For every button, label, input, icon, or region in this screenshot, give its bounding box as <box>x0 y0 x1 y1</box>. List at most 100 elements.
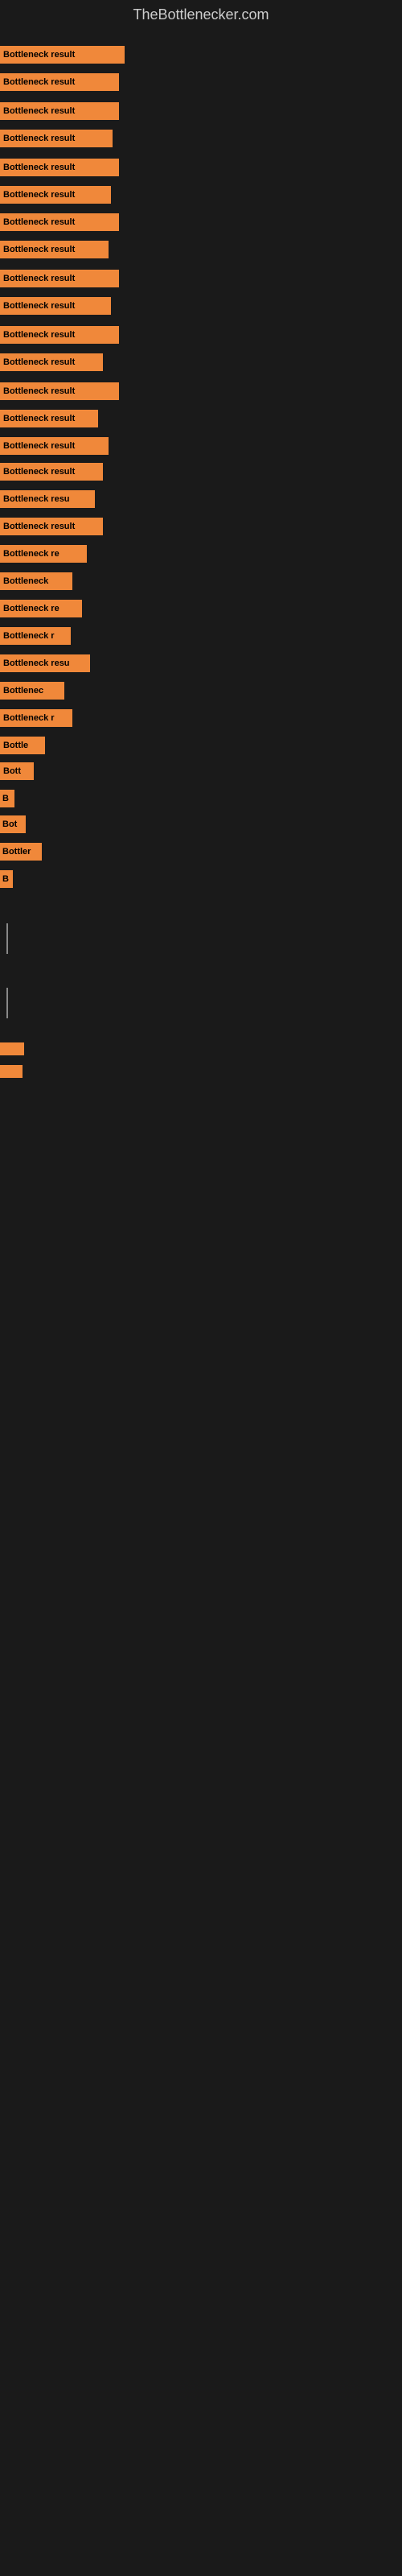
bar-23: Bottleneck resu <box>0 654 90 672</box>
bar-label-29: Bot <box>2 819 17 829</box>
bar-row-26: Bottle <box>0 735 45 756</box>
bar-3: Bottleneck result <box>0 102 119 120</box>
bar-row-15: Bottleneck result <box>0 436 109 456</box>
bar-label-30: Bottler <box>2 847 31 857</box>
bar-row-2: Bottleneck result <box>0 72 119 93</box>
bar-label-12: Bottleneck result <box>3 357 75 367</box>
bar-row-28: B <box>0 788 14 809</box>
bar-row-7: Bottleneck result <box>0 212 119 233</box>
bar-29: Bot <box>0 815 26 833</box>
bar-30: Bottler <box>0 843 42 861</box>
bar-21: Bottleneck re <box>0 600 82 617</box>
bar-row-22: Bottleneck r <box>0 625 71 646</box>
bar-15: Bottleneck result <box>0 437 109 455</box>
bar-16: Bottleneck result <box>0 463 103 481</box>
bar-label-16: Bottleneck result <box>3 467 75 477</box>
bar-10: Bottleneck result <box>0 297 111 315</box>
bar-row-5: Bottleneck result <box>0 157 119 178</box>
bar-row-13: Bottleneck result <box>0 381 119 402</box>
bar-label-13: Bottleneck result <box>3 386 75 396</box>
bar-11: Bottleneck result <box>0 326 119 344</box>
bar-label-2: Bottleneck result <box>3 77 75 87</box>
bar-label-1: Bottleneck result <box>3 50 75 60</box>
bar-14: Bottleneck result <box>0 410 98 427</box>
small-bar-row-2 <box>0 1063 23 1080</box>
cursor-line-1 <box>6 923 8 954</box>
bar-label-19: Bottleneck re <box>3 549 59 559</box>
bar-9: Bottleneck result <box>0 270 119 287</box>
site-title: TheBottlenecker.com <box>0 0 402 30</box>
bar-1: Bottleneck result <box>0 46 125 64</box>
bar-label-9: Bottleneck result <box>3 274 75 283</box>
bar-row-19: Bottleneck re <box>0 543 87 564</box>
bar-20: Bottleneck <box>0 572 72 590</box>
bar-28: B <box>0 790 14 807</box>
bar-label-21: Bottleneck re <box>3 604 59 613</box>
bar-label-20: Bottleneck <box>3 576 48 586</box>
bar-row-20: Bottleneck <box>0 571 72 592</box>
bar-8: Bottleneck result <box>0 241 109 258</box>
bar-27: Bott <box>0 762 34 780</box>
bar-row-21: Bottleneck re <box>0 598 82 619</box>
bar-12: Bottleneck result <box>0 353 103 371</box>
bar-row-27: Bott <box>0 761 34 782</box>
bar-row-1: Bottleneck result <box>0 44 125 65</box>
bar-row-9: Bottleneck result <box>0 268 119 289</box>
bar-label-7: Bottleneck result <box>3 217 75 227</box>
bar-7: Bottleneck result <box>0 213 119 231</box>
bar-label-18: Bottleneck result <box>3 522 75 531</box>
bar-row-8: Bottleneck result <box>0 239 109 260</box>
bar-row-31: B <box>0 869 13 890</box>
bar-label-23: Bottleneck resu <box>3 658 70 668</box>
bar-label-26: Bottle <box>3 741 28 750</box>
bar-label-17: Bottleneck resu <box>3 494 70 504</box>
bar-row-25: Bottleneck r <box>0 708 72 729</box>
bar-5: Bottleneck result <box>0 159 119 176</box>
small-bar-row-1 <box>0 1041 24 1057</box>
bar-row-16: Bottleneck result <box>0 461 103 482</box>
bar-row-30: Bottler <box>0 841 42 862</box>
bar-4: Bottleneck result <box>0 130 113 147</box>
bar-label-14: Bottleneck result <box>3 414 75 423</box>
bar-label-25: Bottleneck r <box>3 713 55 723</box>
bar-label-10: Bottleneck result <box>3 301 75 311</box>
small-bar-1 <box>0 1042 24 1055</box>
bar-label-28: B <box>2 794 9 803</box>
bar-19: Bottleneck re <box>0 545 87 563</box>
bar-22: Bottleneck r <box>0 627 71 645</box>
bar-label-24: Bottlenec <box>3 686 43 696</box>
bar-31: B <box>0 870 13 888</box>
bar-label-22: Bottleneck r <box>3 631 55 641</box>
bar-26: Bottle <box>0 737 45 754</box>
bar-6: Bottleneck result <box>0 186 111 204</box>
bar-24: Bottlenec <box>0 682 64 700</box>
bar-label-11: Bottleneck result <box>3 330 75 340</box>
bar-row-11: Bottleneck result <box>0 324 119 345</box>
bar-label-3: Bottleneck result <box>3 106 75 116</box>
bar-label-8: Bottleneck result <box>3 245 75 254</box>
small-bar-2 <box>0 1065 23 1078</box>
bar-label-6: Bottleneck result <box>3 190 75 200</box>
bar-13: Bottleneck result <box>0 382 119 400</box>
bar-row-24: Bottlenec <box>0 680 64 701</box>
bar-row-6: Bottleneck result <box>0 184 111 205</box>
bar-label-4: Bottleneck result <box>3 134 75 143</box>
bar-row-23: Bottleneck resu <box>0 653 90 674</box>
bar-row-10: Bottleneck result <box>0 295 111 316</box>
cursor-line-2 <box>6 988 8 1018</box>
bar-2: Bottleneck result <box>0 73 119 91</box>
bar-row-14: Bottleneck result <box>0 408 98 429</box>
bar-row-4: Bottleneck result <box>0 128 113 149</box>
bar-label-5: Bottleneck result <box>3 163 75 172</box>
bar-row-18: Bottleneck result <box>0 516 103 537</box>
bar-25: Bottleneck r <box>0 709 72 727</box>
bar-17: Bottleneck resu <box>0 490 95 508</box>
bar-row-12: Bottleneck result <box>0 352 103 373</box>
bar-row-17: Bottleneck resu <box>0 489 95 510</box>
bar-label-15: Bottleneck result <box>3 441 75 451</box>
bar-label-27: Bott <box>3 766 21 776</box>
bar-18: Bottleneck result <box>0 518 103 535</box>
bar-row-3: Bottleneck result <box>0 101 119 122</box>
bar-row-29: Bot <box>0 814 26 835</box>
bar-label-31: B <box>2 874 9 884</box>
